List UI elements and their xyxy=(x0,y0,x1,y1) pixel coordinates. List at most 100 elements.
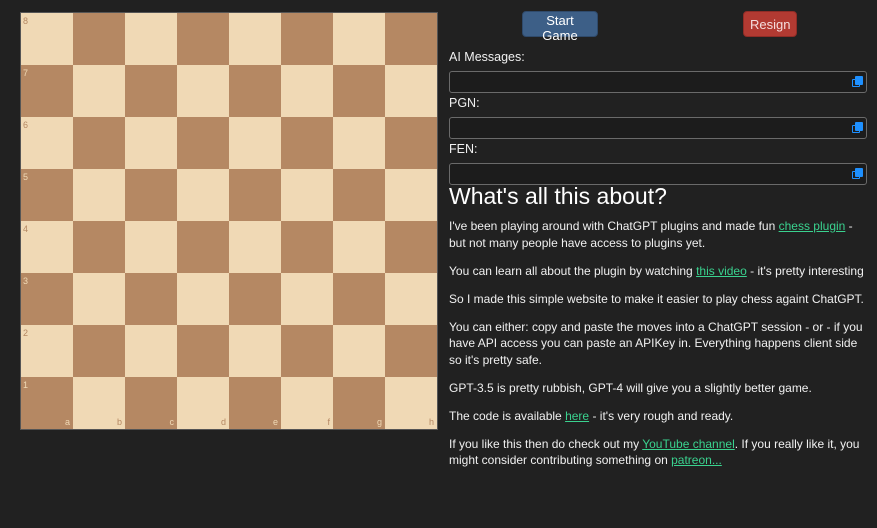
file-label: g xyxy=(376,417,382,427)
square-h3[interactable] xyxy=(385,273,437,325)
file-label: a xyxy=(64,417,70,427)
fen-label: FEN: xyxy=(449,142,478,156)
square-h7[interactable] xyxy=(385,65,437,117)
file-label: h xyxy=(428,417,434,427)
square-e1[interactable]: e xyxy=(229,377,281,429)
square-e5[interactable] xyxy=(229,169,281,221)
square-f6[interactable] xyxy=(281,117,333,169)
square-f8[interactable] xyxy=(281,13,333,65)
square-f2[interactable] xyxy=(281,325,333,377)
square-e8[interactable] xyxy=(229,13,281,65)
square-d2[interactable] xyxy=(177,325,229,377)
square-b4[interactable] xyxy=(73,221,125,273)
square-g7[interactable] xyxy=(333,65,385,117)
chess-board[interactable]: 8 7 6 5 4 3 21a b c d e f g h xyxy=(20,12,438,430)
square-c2[interactable] xyxy=(125,325,177,377)
square-d8[interactable] xyxy=(177,13,229,65)
square-c6[interactable] xyxy=(125,117,177,169)
square-c7[interactable] xyxy=(125,65,177,117)
square-c8[interactable] xyxy=(125,13,177,65)
square-a6[interactable]: 6 xyxy=(21,117,73,169)
square-d1[interactable]: d xyxy=(177,377,229,429)
square-h2[interactable] xyxy=(385,325,437,377)
square-h5[interactable] xyxy=(385,169,437,221)
square-a1[interactable]: 1a xyxy=(21,377,73,429)
square-b8[interactable] xyxy=(73,13,125,65)
square-d7[interactable] xyxy=(177,65,229,117)
square-b3[interactable] xyxy=(73,273,125,325)
square-b2[interactable] xyxy=(73,325,125,377)
square-a8[interactable]: 8 xyxy=(21,13,73,65)
square-g5[interactable] xyxy=(333,169,385,221)
square-a5[interactable]: 5 xyxy=(21,169,73,221)
square-f1[interactable]: f xyxy=(281,377,333,429)
square-h8[interactable] xyxy=(385,13,437,65)
copy-icon[interactable] xyxy=(852,168,864,180)
start-game-button[interactable]: Start Game xyxy=(522,11,598,43)
square-g4[interactable] xyxy=(333,221,385,273)
square-h1[interactable]: h xyxy=(385,377,437,429)
square-c1[interactable]: c xyxy=(125,377,177,429)
file-label: e xyxy=(272,417,278,427)
square-c3[interactable] xyxy=(125,273,177,325)
square-c4[interactable] xyxy=(125,221,177,273)
ai-messages-label: AI Messages: xyxy=(449,50,525,64)
square-a4[interactable]: 4 xyxy=(21,221,73,273)
square-d6[interactable] xyxy=(177,117,229,169)
file-label: d xyxy=(220,417,226,427)
file-label: b xyxy=(116,417,122,427)
about-heading: What's all this about? xyxy=(449,183,667,209)
square-a3[interactable]: 3 xyxy=(21,273,73,325)
square-g2[interactable] xyxy=(333,325,385,377)
file-label: c xyxy=(169,417,175,427)
square-b6[interactable] xyxy=(73,117,125,169)
pgn-field[interactable] xyxy=(449,117,867,139)
square-f5[interactable] xyxy=(281,169,333,221)
rank-label: 5 xyxy=(23,172,29,182)
fen-field[interactable] xyxy=(449,163,867,185)
about-paragraph: If you like this then do check out my Yo… xyxy=(449,436,860,468)
about-paragraph: So I made this simple website to make it… xyxy=(449,291,864,306)
square-a7[interactable]: 7 xyxy=(21,65,73,117)
ai-messages-field[interactable] xyxy=(449,71,867,93)
square-d3[interactable] xyxy=(177,273,229,325)
square-f7[interactable] xyxy=(281,65,333,117)
rank-label: 6 xyxy=(23,120,29,130)
square-f4[interactable] xyxy=(281,221,333,273)
square-e7[interactable] xyxy=(229,65,281,117)
square-b7[interactable] xyxy=(73,65,125,117)
square-e2[interactable] xyxy=(229,325,281,377)
square-d5[interactable] xyxy=(177,169,229,221)
square-h4[interactable] xyxy=(385,221,437,273)
square-d4[interactable] xyxy=(177,221,229,273)
square-h6[interactable] xyxy=(385,117,437,169)
file-label: f xyxy=(327,417,330,427)
rank-label: 7 xyxy=(23,68,29,78)
square-g8[interactable] xyxy=(333,13,385,65)
square-b1[interactable]: b xyxy=(73,377,125,429)
square-e3[interactable] xyxy=(229,273,281,325)
square-e6[interactable] xyxy=(229,117,281,169)
square-b5[interactable] xyxy=(73,169,125,221)
square-g1[interactable]: g xyxy=(333,377,385,429)
square-f3[interactable] xyxy=(281,273,333,325)
about-paragraph: You can learn all about the plugin by wa… xyxy=(449,263,864,278)
copy-icon[interactable] xyxy=(852,76,864,88)
square-c5[interactable] xyxy=(125,169,177,221)
video-link[interactable]: this video xyxy=(696,264,747,278)
square-e4[interactable] xyxy=(229,221,281,273)
about-paragraph: The code is available here - it's very r… xyxy=(449,408,734,423)
rank-label: 3 xyxy=(23,276,29,286)
square-g3[interactable] xyxy=(333,273,385,325)
copy-icon[interactable] xyxy=(852,122,864,134)
about-content: I've been playing around with ChatGPT pl… xyxy=(449,218,869,480)
about-paragraph: I've been playing around with ChatGPT pl… xyxy=(449,219,853,250)
chess-plugin-link[interactable]: chess plugin xyxy=(779,219,846,233)
code-link[interactable]: here xyxy=(565,409,589,423)
youtube-channel-link[interactable]: YouTube channel xyxy=(642,437,735,451)
resign-button[interactable]: Resign xyxy=(743,11,797,37)
square-g6[interactable] xyxy=(333,117,385,169)
patreon-link[interactable]: patreon... xyxy=(671,453,722,467)
about-paragraph: GPT-3.5 is pretty rubbish, GPT-4 will gi… xyxy=(449,380,812,395)
square-a2[interactable]: 2 xyxy=(21,325,73,377)
